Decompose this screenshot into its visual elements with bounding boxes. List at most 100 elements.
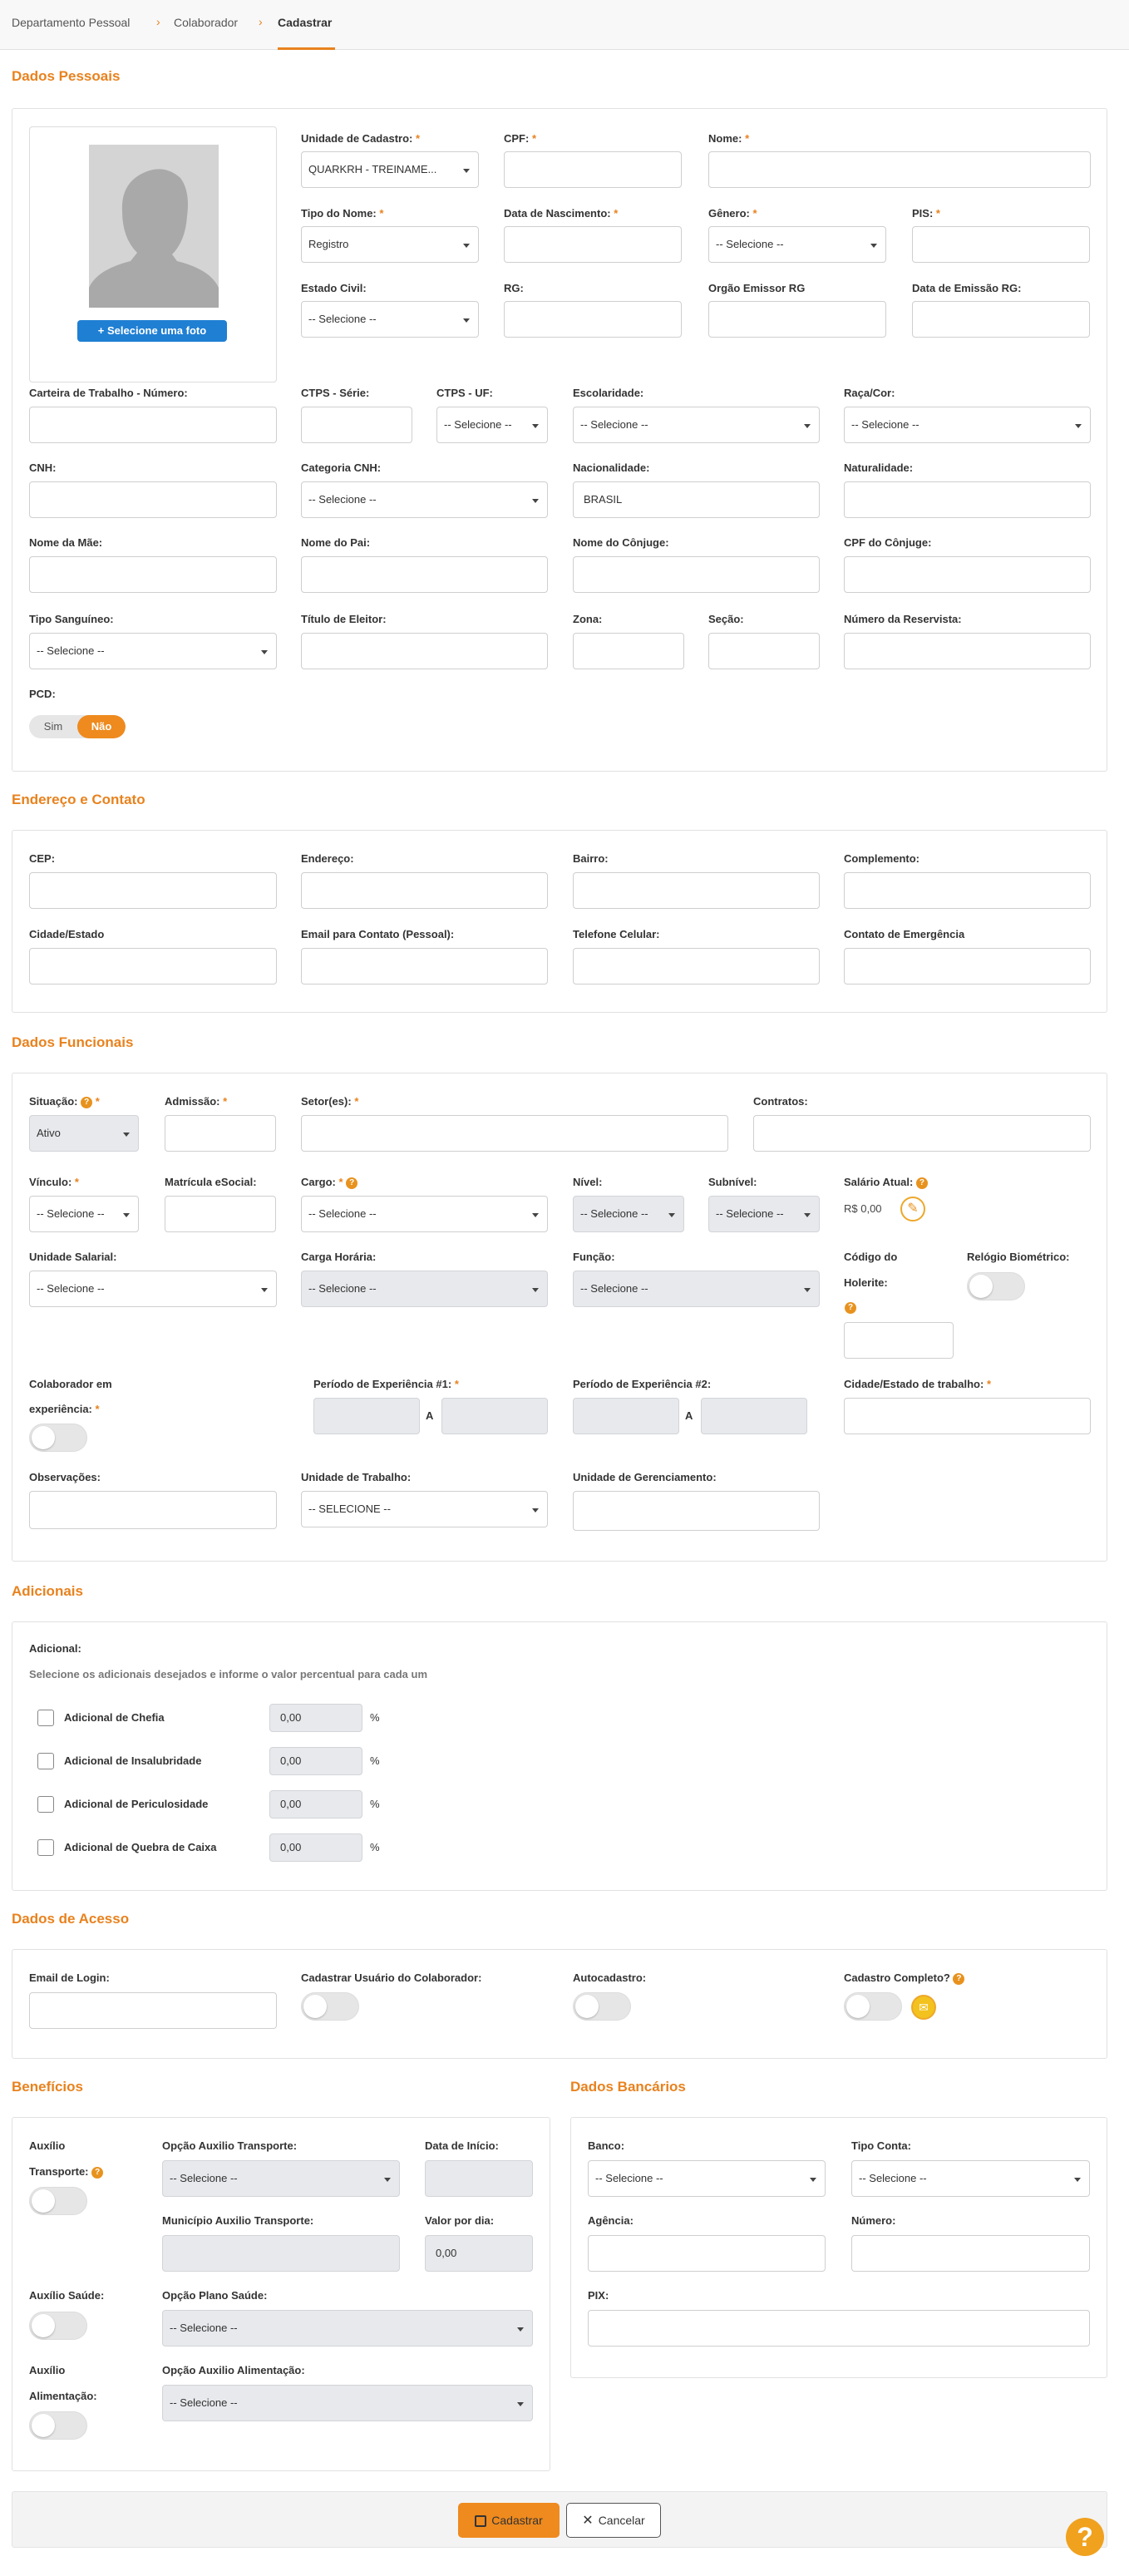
input-adicional-periculosidade[interactable]: 0,00 (269, 1790, 362, 1818)
select-carga-horaria[interactable]: -- Selecione -- (301, 1271, 548, 1307)
input-municipio-transporte[interactable] (162, 2235, 400, 2272)
select-tipo-conta[interactable]: -- Selecione -- (851, 2160, 1090, 2197)
edit-salary-icon[interactable]: ✎ (900, 1197, 925, 1221)
input-periodo-2-fim[interactable] (701, 1398, 807, 1434)
input-nome-mae[interactable] (29, 556, 277, 593)
checkbox-adicional-quebra-caixa[interactable] (37, 1839, 54, 1856)
input-endereco[interactable] (301, 872, 548, 909)
input-ctps-serie[interactable] (301, 407, 412, 443)
select-opcao-transporte[interactable]: -- Selecione -- (162, 2160, 400, 2197)
select-escolaridade[interactable]: -- Selecione -- (573, 407, 820, 443)
input-adicional-quebra-caixa[interactable]: 0,00 (269, 1833, 362, 1862)
input-cidade-estado[interactable] (29, 948, 277, 985)
input-bairro[interactable] (573, 872, 820, 909)
input-admissao[interactable] (165, 1115, 276, 1152)
pcd-nao-option[interactable]: Não (77, 715, 126, 738)
input-nascimento[interactable] (504, 226, 682, 263)
select-unidade-salarial[interactable]: -- Selecione -- (29, 1271, 277, 1307)
input-matricula-esocial[interactable] (165, 1196, 276, 1232)
input-nacionalidade[interactable]: BRASIL (573, 481, 820, 518)
save-button[interactable]: Cadastrar (458, 2503, 560, 2538)
select-subnivel[interactable]: -- Selecione -- (708, 1196, 820, 1232)
input-valor-dia[interactable]: 0,00 (425, 2235, 533, 2272)
input-nome-conjuge[interactable] (573, 556, 820, 593)
checkbox-adicional-periculosidade[interactable] (37, 1796, 54, 1813)
select-opcao-alimentacao[interactable]: -- Selecione -- (162, 2385, 533, 2421)
help-icon[interactable]: ? (845, 1302, 856, 1314)
input-cpf-conjuge[interactable] (844, 556, 1091, 593)
input-numero-conta[interactable] (851, 2235, 1090, 2272)
input-nome-pai[interactable] (301, 556, 548, 593)
input-pix[interactable] (588, 2310, 1090, 2347)
select-tipo-nome[interactable]: Registro (301, 226, 479, 263)
select-estado-civil[interactable]: -- Selecione -- (301, 301, 479, 338)
input-periodo-1-fim[interactable] (441, 1398, 548, 1434)
input-unidade-gerenciamento[interactable] (573, 1491, 820, 1531)
input-contato-emergencia[interactable] (844, 948, 1091, 985)
input-email-contato[interactable] (301, 948, 548, 985)
breadcrumb-departamento[interactable]: Departamento Pessoal (12, 16, 130, 29)
select-photo-button[interactable]: + Selecione uma foto (77, 320, 227, 342)
input-pis[interactable] (912, 226, 1090, 263)
toggle-auxilio-alimentacao[interactable] (29, 2411, 87, 2440)
input-zona[interactable] (573, 633, 684, 669)
select-funcao[interactable]: -- Selecione -- (573, 1271, 820, 1307)
input-ctps-numero[interactable] (29, 407, 277, 443)
select-banco[interactable]: -- Selecione -- (588, 2160, 826, 2197)
select-unidade-cadastro[interactable]: QUARKRH - TREINAME... (301, 151, 479, 188)
select-genero[interactable]: -- Selecione -- (708, 226, 886, 263)
select-raca[interactable]: -- Selecione -- (844, 407, 1091, 443)
input-setores[interactable] (301, 1115, 728, 1152)
input-celular[interactable] (573, 948, 820, 985)
select-ctps-uf[interactable]: -- Selecione -- (436, 407, 548, 443)
label-adicional-quebra-caixa: Adicional de Quebra de Caixa (64, 1841, 217, 1853)
select-cargo[interactable]: -- Selecione -- (301, 1196, 548, 1232)
help-question-icon[interactable]: ? (1066, 2518, 1104, 2556)
input-orgao-emissor[interactable] (708, 301, 886, 338)
toggle-relogio-biometrico[interactable] (967, 1272, 1025, 1300)
toggle-cadastrar-usuario[interactable] (301, 1992, 359, 2021)
input-codigo-holerite[interactable] (844, 1322, 954, 1359)
toggle-auxilio-transporte[interactable] (29, 2187, 87, 2215)
pcd-sim-option[interactable]: Sim (29, 715, 77, 738)
select-categoria-cnh[interactable]: -- Selecione -- (301, 481, 548, 518)
input-titulo-eleitor[interactable] (301, 633, 548, 669)
textarea-observacoes[interactable] (29, 1491, 277, 1529)
cancel-button[interactable]: ✕ Cancelar (566, 2503, 661, 2538)
input-data-inicio[interactable] (425, 2160, 533, 2197)
input-data-emissao[interactable] (912, 301, 1090, 338)
toggle-autocadastro[interactable] (573, 1992, 631, 2021)
input-complemento[interactable] (844, 872, 1091, 909)
input-periodo-2-inicio[interactable] (573, 1398, 679, 1434)
envelope-icon[interactable]: ✉ (911, 1995, 936, 2020)
input-contratos[interactable] (753, 1115, 1091, 1152)
input-nome[interactable] (708, 151, 1091, 188)
input-cidade-trabalho[interactable] (844, 1398, 1091, 1434)
input-secao[interactable] (708, 633, 820, 669)
input-reservista[interactable] (844, 633, 1091, 669)
toggle-auxilio-saude[interactable] (29, 2312, 87, 2340)
toggle-cadastro-completo[interactable] (844, 1992, 902, 2021)
input-cpf[interactable] (504, 151, 682, 188)
input-agencia[interactable] (588, 2235, 826, 2272)
select-vinculo[interactable]: -- Selecione -- (29, 1196, 139, 1232)
input-cnh[interactable] (29, 481, 277, 518)
input-cep[interactable] (29, 872, 277, 909)
input-periodo-1-inicio[interactable] (313, 1398, 420, 1434)
select-unidade-trabalho[interactable]: -- SELECIONE -- (301, 1491, 548, 1527)
toggle-colaborador-experiencia[interactable] (29, 1424, 87, 1452)
input-email-login[interactable] (29, 1992, 277, 2029)
select-tipo-sanguineo[interactable]: -- Selecione -- (29, 633, 277, 669)
label-complemento: Complemento: (844, 852, 919, 865)
select-nivel[interactable]: -- Selecione -- (573, 1196, 684, 1232)
checkbox-adicional-insalubridade[interactable] (37, 1753, 54, 1769)
input-rg[interactable] (504, 301, 682, 338)
select-situacao[interactable]: Ativo (29, 1115, 139, 1152)
input-adicional-insalubridade[interactable]: 0,00 (269, 1747, 362, 1775)
input-adicional-chefia[interactable]: 0,00 (269, 1704, 362, 1732)
checkbox-adicional-chefia[interactable] (37, 1710, 54, 1726)
breadcrumb-colaborador[interactable]: Colaborador (174, 16, 238, 29)
input-naturalidade[interactable] (844, 481, 1091, 518)
label-cpf: CPF: * (504, 132, 537, 145)
select-plano-saude[interactable]: -- Selecione -- (162, 2310, 533, 2347)
